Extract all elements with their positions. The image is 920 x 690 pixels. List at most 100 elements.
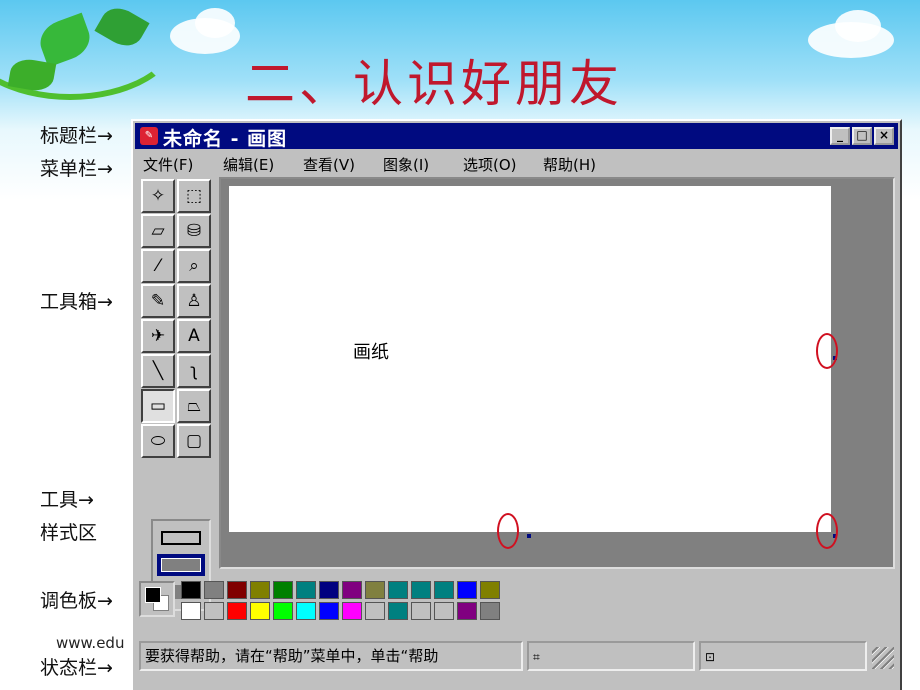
curve-tool-button[interactable]: ʅ	[177, 354, 211, 388]
line-tool-button[interactable]: ╲	[141, 354, 175, 388]
color-swatch[interactable]	[296, 602, 316, 620]
rect-select-icon: ⬚	[185, 186, 203, 206]
free-select-tool-button[interactable]: ✧	[141, 179, 175, 213]
minimize-button[interactable]: _	[830, 127, 850, 145]
handle-highlight-ring	[816, 333, 838, 369]
eraser-icon: ▱	[151, 221, 165, 241]
paint-app-icon[interactable]: ✎	[140, 127, 158, 145]
color-swatch[interactable]	[181, 581, 201, 599]
fill-bucket-tool-button[interactable]: ⛁	[177, 214, 211, 248]
cursor-position-icon: ⌗	[533, 650, 540, 664]
callout-statusbar: 状态栏→	[40, 657, 113, 679]
rect-select-tool-button[interactable]: ⬚	[177, 179, 211, 213]
cloud-decoration	[195, 8, 235, 38]
rounded-rect-icon: ▢	[185, 431, 203, 451]
color-swatch[interactable]	[227, 602, 247, 620]
polygon-icon: ⏢	[187, 396, 201, 416]
color-swatch[interactable]	[204, 602, 224, 620]
color-swatch[interactable]	[250, 602, 270, 620]
selection-size-icon: ⊡	[705, 650, 716, 664]
pencil-icon: ✎	[150, 291, 166, 311]
color-swatch[interactable]	[319, 602, 339, 620]
color-picker-icon: ⁄	[156, 256, 160, 276]
color-swatch[interactable]	[204, 581, 224, 599]
brush-tool-button[interactable]: ♙	[177, 284, 211, 318]
menu-bar: 文件(F) 编辑(E) 查看(V) 图象(I) 选项(O) 帮助(H)	[135, 151, 898, 177]
window-title: 未命名 - 画图	[163, 128, 288, 150]
color-swatch[interactable]	[411, 581, 431, 599]
callout-menubar: 菜单栏→	[40, 158, 113, 180]
canvas-label: 画纸	[353, 342, 389, 363]
menu-options[interactable]: 选项(O)	[463, 154, 517, 175]
color-swatch[interactable]	[342, 602, 362, 620]
color-swatch[interactable]	[388, 602, 408, 620]
free-select-icon: ✧	[150, 186, 166, 206]
menu-edit[interactable]: 编辑(E)	[223, 154, 274, 175]
drawing-canvas[interactable]: 画纸	[229, 186, 831, 532]
ellipse-tool-button[interactable]: ⬭	[141, 424, 175, 458]
style-option-thin[interactable]	[161, 531, 201, 545]
color-swatch[interactable]	[480, 602, 500, 620]
cloud-decoration	[835, 10, 881, 42]
handle-highlight-ring	[816, 513, 838, 549]
color-swatch[interactable]	[319, 581, 339, 599]
rectangle-icon: ▭	[149, 396, 167, 416]
status-bar: 要获得帮助，请在“帮助”菜单中，单击“帮助 ⌗ ⊡	[135, 639, 898, 675]
callout-palette: 调色板→	[40, 590, 113, 612]
toolbox: ✧ ⬚ ▱ ⛁ ⁄ ⌕ ✎ ♙ ✈ A ╲ ʅ ▭ ⏢ ⬭ ▢	[137, 177, 217, 611]
menu-view[interactable]: 查看(V)	[303, 154, 355, 175]
callout-tool-style-2: 样式区	[40, 522, 98, 544]
resize-grip-icon[interactable]	[872, 647, 894, 669]
magnifier-icon: ⌕	[189, 256, 199, 276]
resize-handle[interactable]	[527, 534, 531, 538]
menu-help[interactable]: 帮助(H)	[543, 154, 596, 175]
color-swatch[interactable]	[434, 602, 454, 620]
color-swatch[interactable]	[273, 581, 293, 599]
canvas-area: 画纸	[219, 177, 895, 569]
airbrush-tool-button[interactable]: ✈	[141, 319, 175, 353]
color-swatch[interactable]	[457, 602, 477, 620]
slide-title: 二、认识好朋友	[245, 55, 623, 113]
color-swatch[interactable]	[457, 581, 477, 599]
paint-window: ✎ 未命名 - 画图 _ □ × 文件(F) 编辑(E) 查看(V) 图象(I)…	[131, 119, 902, 690]
callout-tool-style-1: 工具→	[40, 489, 94, 511]
callout-titlebar: 标题栏→	[40, 125, 113, 147]
maximize-button[interactable]: □	[852, 127, 872, 145]
title-bar[interactable]: ✎ 未命名 - 画图 _ □ ×	[135, 123, 898, 150]
rounded-rect-tool-button[interactable]: ▢	[177, 424, 211, 458]
color-swatch[interactable]	[250, 581, 270, 599]
color-swatch[interactable]	[480, 581, 500, 599]
color-swatch[interactable]	[181, 602, 201, 620]
color-swatch[interactable]	[365, 602, 385, 620]
color-swatch[interactable]	[434, 581, 454, 599]
pencil-tool-button[interactable]: ✎	[141, 284, 175, 318]
color-picker-tool-button[interactable]: ⁄	[141, 249, 175, 283]
close-button[interactable]: ×	[874, 127, 894, 145]
color-swatch[interactable]	[365, 581, 385, 599]
menu-image[interactable]: 图象(I)	[383, 154, 429, 175]
current-colors[interactable]	[139, 581, 175, 617]
fill-bucket-icon: ⛁	[186, 221, 202, 241]
polygon-tool-button[interactable]: ⏢	[177, 389, 211, 423]
line-icon: ╲	[152, 361, 164, 381]
color-swatch[interactable]	[388, 581, 408, 599]
status-selection-size: ⊡	[699, 641, 867, 671]
handle-highlight-ring	[497, 513, 519, 549]
eraser-tool-button[interactable]: ▱	[141, 214, 175, 248]
color-swatch[interactable]	[273, 602, 293, 620]
text-icon: A	[188, 326, 200, 346]
status-cursor-position: ⌗	[527, 641, 695, 671]
color-swatch[interactable]	[296, 581, 316, 599]
menu-file[interactable]: 文件(F)	[143, 154, 193, 175]
callout-toolbox: 工具箱→	[40, 291, 113, 313]
color-swatch[interactable]	[342, 581, 362, 599]
color-swatch[interactable]	[411, 602, 431, 620]
magnifier-tool-button[interactable]: ⌕	[177, 249, 211, 283]
brush-icon: ♙	[186, 291, 202, 311]
rectangle-tool-button[interactable]: ▭	[141, 389, 175, 423]
color-swatch[interactable]	[227, 581, 247, 599]
url-watermark: www.edu	[56, 634, 125, 652]
color-palette	[135, 573, 735, 633]
curve-icon: ʅ	[190, 361, 198, 381]
text-tool-button[interactable]: A	[177, 319, 211, 353]
